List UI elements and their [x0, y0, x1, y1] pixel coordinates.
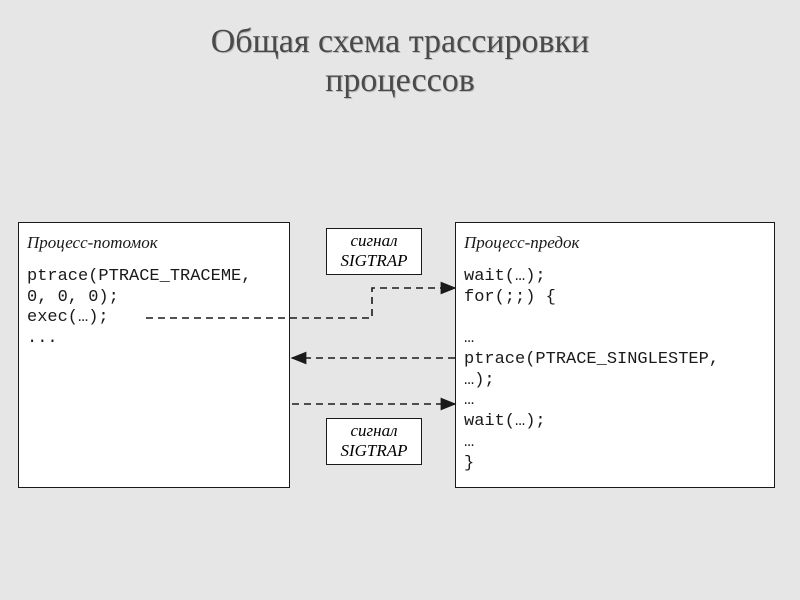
- title-line-1: Общая схема трассировки: [211, 23, 590, 60]
- title-line-2: процессов: [325, 62, 475, 99]
- parent-process-title: Процесс-предок: [464, 233, 766, 253]
- child-process-code: ptrace(PTRACE_TRACEME, 0, 0, 0); exec(…)…: [27, 267, 281, 350]
- child-process-title: Процесс-потомок: [27, 233, 281, 253]
- slide-title: Общая схема трассировки процессов: [0, 0, 800, 100]
- child-process-box: Процесс-потомок ptrace(PTRACE_TRACEME, 0…: [18, 222, 290, 488]
- signal-label-bottom: сигнал SIGTRAP: [326, 418, 422, 465]
- parent-process-code: wait(…); for(;;) { … ptrace(PTRACE_SINGL…: [464, 267, 766, 474]
- signal-label-top: сигнал SIGTRAP: [326, 228, 422, 275]
- parent-process-box: Процесс-предок wait(…); for(;;) { … ptra…: [455, 222, 775, 488]
